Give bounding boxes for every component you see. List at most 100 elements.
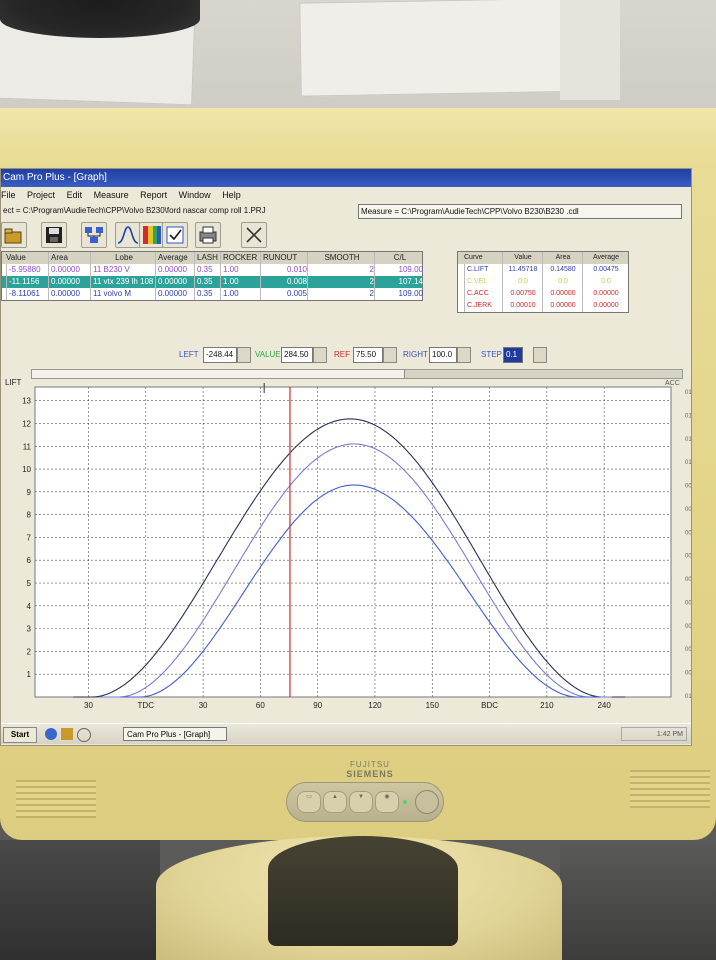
lobe-table-header: Value Area Lobe Average LASH ROCKER RUNO… [2,252,422,264]
save-disk-icon[interactable] [41,222,67,248]
lift-curve-icon[interactable] [115,222,141,248]
curve-cell-average: 0.0 [582,276,627,288]
paper-sheet [560,0,620,100]
y2-tick-label: 0018 [685,600,691,606]
curve-cell-average: 0.00475 [582,264,627,276]
start-button[interactable]: Start [3,727,37,743]
x-tick-label: 120 [368,701,382,710]
lobe-cell-cl: 107.14 [374,276,423,288]
y-tick-label: 11 [23,442,32,451]
lobe-cell-lash: 0.35 [194,264,221,276]
close-x-icon[interactable] [241,222,267,248]
lobe-cell-average: 0.00000 [155,264,194,276]
lobe-row[interactable]: -5.95880 0.00000 11 B230 V 0.00000 0.35 1.00 0… [2,264,423,276]
value-label: VALUE [255,350,281,359]
curve-cell-curve: C.VEL [464,276,501,288]
menu-help[interactable]: Help [222,190,241,200]
x-axis-ticks: 30 TDC 30 60 90 120 150 BDC 210 240 [84,701,611,710]
menu-project[interactable]: Project [27,190,55,200]
dark-object [0,0,200,38]
lobe-cell-value: -5.95880 [6,264,49,276]
y2-tick-label: 0050 [685,530,691,536]
col-lobe[interactable]: Lobe [90,252,155,264]
y-tick-label: 4 [27,602,32,611]
menu-report[interactable]: Report [140,190,167,200]
col-curve-average[interactable]: Average [582,252,627,264]
lobe-cell-rocker: 1.00 [220,264,259,276]
taskbar-item-cam-pro[interactable]: Cam Pro Plus - [Graph] [123,727,227,741]
col-smooth[interactable]: SMOOTH [307,252,374,264]
auto-button[interactable]: ◉ [375,791,399,813]
col-lash[interactable]: LASH [194,252,221,264]
folder-icon[interactable] [61,728,73,740]
lobe-cell-cl: 109.00 [374,288,423,300]
brand-bottom: SIEMENS [346,769,394,779]
y2-tick-label: 0063 [685,647,691,653]
step-spinner[interactable] [533,347,547,363]
menu-edit[interactable]: Edit [67,190,83,200]
project-path: ect = C:\Program\AudieTech\CPP\Volvo B23… [3,206,266,215]
up-button[interactable]: ▲ [323,791,347,813]
power-button[interactable] [415,790,439,814]
network-icon[interactable] [81,222,107,248]
curve-row[interactable]: C.ACC 0.00750 0.00000 0.00000 [458,288,628,300]
y2-tick-label: 0164 [685,413,691,419]
lobe-cell-smooth: 2 [307,288,374,300]
right-input[interactable]: 100.0 [429,347,457,363]
col-curve[interactable]: Curve [464,252,498,264]
col-cl[interactable]: C/L [374,252,423,264]
curve-cell-area: 0.00000 [542,288,581,300]
menu-bar: File Project Edit Measure Report Window … [1,188,691,203]
check-icon[interactable] [162,222,188,248]
y2-tick-label: 0073 [685,507,691,513]
col-area[interactable]: Area [48,252,89,264]
lobe-row[interactable]: -11.1156 0.00000 11 vtx 239 lh 108 0.00000 0… [2,276,423,288]
y2-tick-label: 0028 [685,554,691,560]
menu-window[interactable]: Window [179,190,211,200]
col-runout[interactable]: RUNOUT [260,252,307,264]
open-folder-icon[interactable] [1,222,27,248]
print-icon[interactable] [195,222,221,248]
curve-row[interactable]: C.JERK 0.00010 0.00000 0.00000 [458,300,628,312]
col-average[interactable]: Average [155,252,194,264]
value-input[interactable]: 284.50 [281,347,313,363]
curve-row[interactable]: C.LIFT 11.45718 0.14580 0.00475 [458,264,628,276]
col-curve-value[interactable]: Value [502,252,541,264]
ie-icon[interactable] [45,728,57,740]
left-input[interactable]: -248.44 [203,347,237,363]
curve-cell-value: 0.0 [502,276,541,288]
y2-tick-label: 0096 [685,484,691,490]
ref-input[interactable]: 75.50 [353,347,383,363]
lobe-cell-average: 0.00000 [155,276,194,288]
menu-button[interactable]: ▭ [297,791,321,813]
value-spinner[interactable] [313,347,327,363]
lobe-cell-area: 0.00000 [48,264,89,276]
col-value[interactable]: Value [6,252,46,264]
step-input[interactable]: 0.1 [503,347,523,363]
col-rocker[interactable]: ROCKER [220,252,259,264]
col-curve-area[interactable]: Area [542,252,581,264]
curve-cell-value: 0.00010 [502,300,541,312]
x-tick-label: TDC [138,701,155,710]
menu-file[interactable]: File [1,190,16,200]
background-desk [0,0,716,112]
right-spinner[interactable] [457,347,471,363]
lobe-rows: -5.95880 0.00000 11 B230 V 0.00000 0.35 1.00 0… [2,264,423,300]
curve-row[interactable]: C.VEL 0.0 0.0 0.0 [458,276,628,288]
lobe-cell-area: 0.00000 [48,288,89,300]
lift-graph-svg: 12345678910111213 0108016401410118009600… [5,378,691,710]
left-spinner[interactable] [237,347,251,363]
y-tick-label: 2 [27,647,32,656]
screen: Cam Pro Plus - [Graph] File Project Edit… [0,168,692,746]
x-tick-label: 30 [199,701,208,710]
lobe-cell-smooth: 2 [307,276,374,288]
lobe-row[interactable]: -8.11061 0.00000 11 volvo M 0.00000 0.35 1.00… [2,288,423,300]
ref-spinner[interactable] [383,347,397,363]
y2-tick-label: 0118 [685,460,691,466]
system-tray-clock: 1:42 PM [621,727,687,741]
menu-measure[interactable]: Measure [94,190,129,200]
desk-surface [560,840,716,960]
down-button[interactable]: ▼ [349,791,373,813]
lobe-cell-cl: 109.00 [374,264,423,276]
media-icon[interactable] [77,728,91,742]
